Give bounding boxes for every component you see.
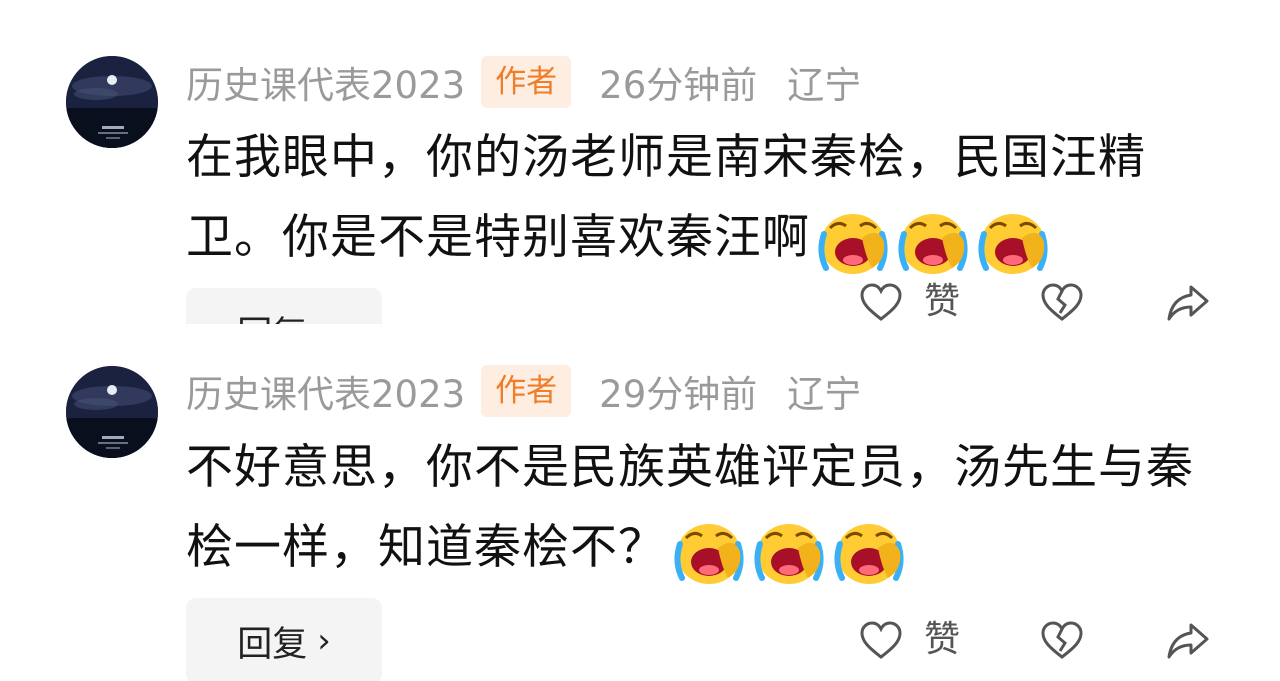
username[interactable]: 历史课代表2023 — [186, 55, 465, 109]
broken-heart-icon[interactable] — [1039, 281, 1085, 323]
like-label[interactable]: 赞 — [924, 617, 960, 663]
location: 辽宁 — [787, 64, 862, 107]
emoji-group — [666, 511, 906, 591]
like-label[interactable]: 赞 — [924, 279, 960, 324]
location: 辽宁 — [787, 373, 862, 416]
laughing-crying-emoji-icon — [752, 518, 826, 588]
laughing-crying-emoji-icon — [976, 208, 1050, 278]
laughing-crying-emoji-icon — [672, 518, 746, 588]
author-badge: 作者 — [481, 56, 572, 108]
avatar[interactable] — [66, 56, 158, 148]
comment-meta: 历史课代表2023 作者 29分钟前 辽宁 — [186, 365, 861, 417]
author-badge: 作者 — [481, 365, 572, 417]
comment-item: 历史课代表2023 作者 26分钟前 辽宁 在我眼中，你的汤老师是南宋秦桧，民国… — [0, 0, 1280, 324]
comment-item: 历史课代表2023 作者 29分钟前 辽宁 不好意思，你不是民族英雄评定员，汤先… — [0, 338, 1280, 681]
username[interactable]: 历史课代表2023 — [186, 364, 465, 418]
avatar[interactable] — [66, 366, 158, 458]
share-icon[interactable] — [1165, 619, 1211, 661]
laughing-crying-emoji-icon — [896, 208, 970, 278]
laughing-crying-emoji-icon — [816, 208, 890, 278]
comment-body: 在我眼中，你的汤老师是南宋秦桧，民国汪精卫。你是不是特别喜欢秦汪啊 — [186, 118, 1226, 281]
broken-heart-icon[interactable] — [1039, 619, 1085, 661]
laughing-crying-emoji-icon — [832, 518, 906, 588]
comment-meta: 历史课代表2023 作者 26分钟前 辽宁 — [186, 56, 861, 108]
comment-actions: 赞 — [0, 279, 1280, 324]
timestamp: 26分钟前 — [599, 64, 758, 107]
comment-body: 不好意思，你不是民族英雄评定员，汤先生与秦桧一样，知道秦桧不？ — [186, 428, 1226, 591]
share-icon[interactable] — [1165, 281, 1211, 323]
comment-actions: 赞 — [0, 617, 1280, 663]
heart-icon[interactable] — [858, 619, 904, 661]
timestamp: 29分钟前 — [599, 373, 758, 416]
emoji-group — [810, 201, 1050, 281]
heart-icon[interactable] — [858, 281, 904, 323]
